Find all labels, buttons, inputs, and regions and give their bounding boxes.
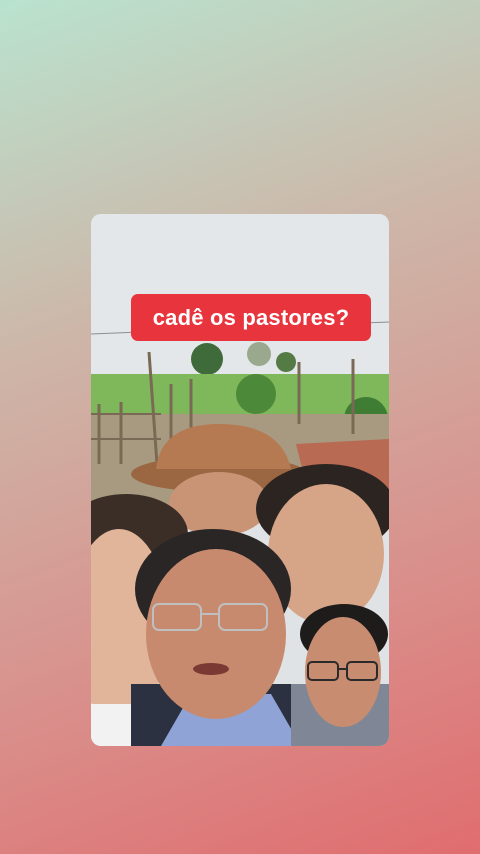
center-man-face xyxy=(146,549,286,719)
distant-tree xyxy=(191,343,223,375)
post-image-card[interactable]: cadê os pastores? xyxy=(91,214,389,746)
older-man-face xyxy=(305,617,381,727)
distant-tree xyxy=(276,352,296,372)
caption-banner: cadê os pastores? xyxy=(131,294,371,341)
bush xyxy=(236,374,276,414)
distant-tree xyxy=(247,342,271,366)
center-man-mouth xyxy=(193,663,229,675)
caption-text: cadê os pastores? xyxy=(152,304,350,330)
